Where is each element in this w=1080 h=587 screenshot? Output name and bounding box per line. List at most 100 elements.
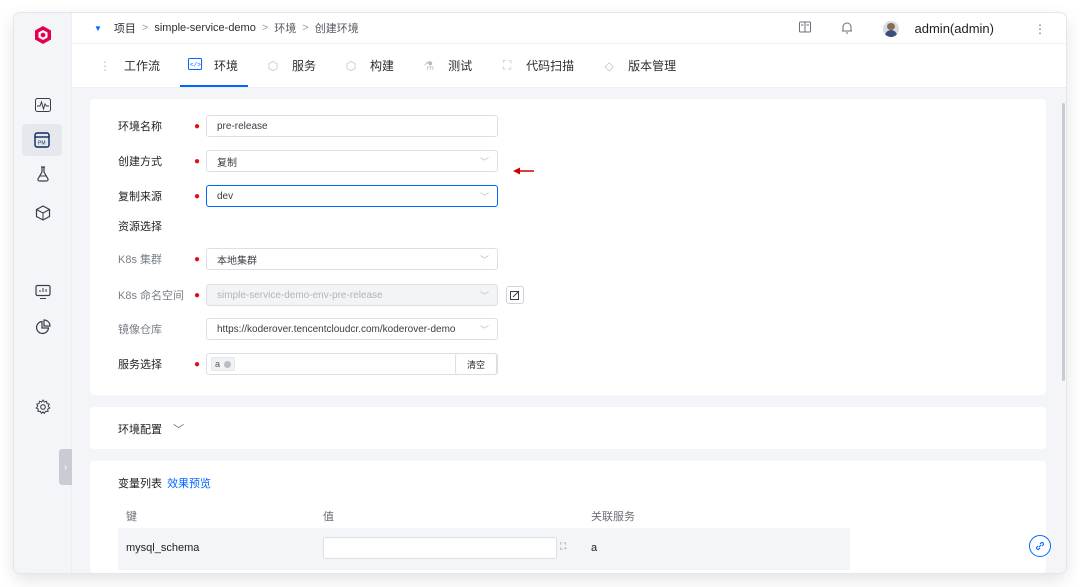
- scan-icon: ⛶: [502, 58, 512, 72]
- edit-namespace-button[interactable]: [506, 286, 524, 304]
- breadcrumb-separator: >: [302, 22, 309, 34]
- username[interactable]: admin(admin): [915, 21, 994, 36]
- form-row-image-registry: 镜像仓库 https://koderover.tencentcloudcr.co…: [118, 318, 498, 340]
- resource-section-title: 资源选择: [118, 221, 162, 233]
- variables-header: 变量列表 效果预览: [118, 475, 211, 491]
- tab-service[interactable]: ⬡ 服务: [266, 44, 316, 87]
- build-icon: ⬡: [345, 58, 357, 73]
- svg-text:</>: </>: [190, 62, 201, 69]
- create-method-label: 创建方式: [118, 156, 162, 168]
- tab-label: 工作流: [124, 59, 161, 73]
- flask-icon: ⚗: [423, 58, 435, 73]
- zadig-logo-icon[interactable]: [33, 25, 53, 45]
- more-vertical-icon[interactable]: ⋮: [1032, 22, 1048, 36]
- code-env-icon: </>: [188, 58, 203, 73]
- clear-services-button[interactable]: 清空: [455, 353, 497, 375]
- variable-key: mysql_schema: [126, 542, 200, 554]
- link-float-button[interactable]: [1029, 535, 1051, 557]
- tab-code-scan[interactable]: ⛶ 代码扫描: [500, 44, 574, 87]
- image-registry-select[interactable]: https://koderover.tencentcloudcr.com/kod…: [206, 318, 498, 340]
- service-icon: ⬡: [267, 58, 279, 73]
- sidebar-expand-handle[interactable]: ›: [59, 449, 72, 485]
- service-tag[interactable]: a: [211, 357, 236, 371]
- chevron-down-icon: ﹀: [479, 157, 489, 167]
- preview-link[interactable]: 效果预览: [167, 478, 211, 490]
- tab-test[interactable]: ⚗ 测试: [422, 44, 472, 87]
- tab-version[interactable]: ◇ 版本管理: [602, 44, 676, 87]
- service-tag-label: a: [215, 359, 221, 369]
- variable-value-input[interactable]: [323, 537, 557, 559]
- create-method-select[interactable]: 复制 ﹀: [206, 150, 498, 172]
- breadcrumb-project[interactable]: 项目: [114, 20, 136, 36]
- k8s-namespace-value: simple-service-demo-env-pre-release: [217, 289, 383, 301]
- chevron-down-icon: ﹀: [173, 424, 185, 436]
- required-mark: ●: [193, 358, 201, 370]
- service-select-label: 服务选择: [118, 359, 162, 371]
- env-config-header[interactable]: 环境配置 ﹀: [118, 421, 184, 437]
- tab-label: 测试: [448, 59, 473, 73]
- required-mark: ●: [193, 120, 201, 132]
- breadcrumb-project-name[interactable]: simple-service-demo: [154, 22, 255, 34]
- edit-icon: [510, 290, 520, 300]
- chevron-down-icon: ﹀: [479, 192, 489, 202]
- create-method-value: 复制: [217, 157, 237, 169]
- tab-label: 版本管理: [628, 59, 677, 73]
- link-icon: [1035, 541, 1045, 551]
- table-row: mysql_schema ⛶ a: [118, 528, 850, 570]
- service-select-input[interactable]: a 清空: [206, 353, 498, 375]
- tab-environment[interactable]: </> 环境: [180, 44, 249, 87]
- breadcrumb-separator: >: [141, 22, 149, 34]
- package-icon[interactable]: [32, 202, 54, 224]
- chevron-down-icon: ﹀: [479, 291, 489, 301]
- pulse-icon[interactable]: [32, 94, 54, 116]
- variable-service: a: [591, 542, 598, 554]
- tab-workflow[interactable]: ⋮ 工作流: [98, 44, 160, 87]
- top-right-actions: admin(admin) ⋮: [797, 13, 1048, 44]
- breadcrumb: ▼ 项目 > simple-service-demo > 环境 > 创建环境: [72, 20, 359, 36]
- k8s-cluster-select[interactable]: 本地集群 ﹀: [206, 248, 498, 270]
- required-mark: ●: [193, 190, 201, 202]
- k8s-namespace-select: simple-service-demo-env-pre-release ﹀: [206, 284, 498, 306]
- project-management-icon[interactable]: PM: [22, 124, 62, 156]
- k8s-namespace-label: K8s 命名空间: [118, 290, 185, 302]
- tab-label: 环境: [214, 59, 239, 73]
- tag-close-icon[interactable]: [224, 360, 232, 368]
- env-config-section[interactable]: 环境配置 ﹀: [90, 407, 1046, 449]
- env-name-input[interactable]: pre-release: [206, 115, 498, 137]
- image-registry-value: https://koderover.tencentcloudcr.com/kod…: [217, 323, 456, 335]
- pie-chart-icon[interactable]: [32, 316, 54, 338]
- variables-section: 变量列表 效果预览 键 值 关联服务 mysql_schema ⛶ a: [90, 461, 1046, 573]
- project-tabs: ⋮ 工作流 </> 环境 ⬡ 服务 ⬡ 构建 ⚗ 测试 ⛶ 代码扫描 ◇ 版本管…: [72, 44, 1066, 88]
- form-row-create-method: 创建方式 ● 复制 ﹀: [118, 150, 498, 172]
- user-avatar[interactable]: [882, 20, 899, 37]
- column-header-key: 键: [126, 511, 137, 523]
- form-row-k8s-cluster: K8s 集群 ● 本地集群 ﹀: [118, 248, 498, 270]
- env-name-value: pre-release: [217, 120, 268, 132]
- tab-label: 构建: [370, 59, 395, 73]
- tab-label: 服务: [292, 59, 317, 73]
- annotation-arrow-icon: [513, 167, 534, 175]
- settings-gear-icon[interactable]: [32, 396, 54, 418]
- breadcrumb-env[interactable]: 环境: [274, 20, 296, 36]
- svg-text:PM: PM: [38, 141, 46, 147]
- monitor-chart-icon[interactable]: [32, 281, 54, 303]
- expand-icon[interactable]: ⛶: [560, 541, 566, 552]
- bell-icon[interactable]: [839, 21, 855, 37]
- form-row-copy-source: 复制来源 ● dev ﹀: [118, 185, 498, 207]
- variables-title: 变量列表: [118, 478, 162, 490]
- column-header-value: 值: [323, 511, 334, 523]
- scrollbar[interactable]: [1062, 103, 1065, 381]
- left-nav: PM: [14, 13, 72, 573]
- caret-down-icon[interactable]: ▼: [94, 24, 102, 33]
- flask-icon[interactable]: [32, 163, 54, 185]
- docs-icon[interactable]: [797, 21, 813, 36]
- tab-label: 代码扫描: [526, 59, 575, 73]
- form-row-service-select: 服务选择 ● a 清空: [118, 353, 498, 375]
- env-name-label: 环境名称: [118, 121, 162, 133]
- column-header-service: 关联服务: [591, 511, 635, 523]
- k8s-cluster-label: K8s 集群: [118, 254, 163, 266]
- required-mark: ●: [193, 289, 201, 301]
- copy-source-select[interactable]: dev ﹀: [206, 185, 498, 207]
- form-row-k8s-namespace: K8s 命名空间 ● simple-service-demo-env-pre-r…: [118, 284, 524, 306]
- tab-build[interactable]: ⬡ 构建: [344, 44, 394, 87]
